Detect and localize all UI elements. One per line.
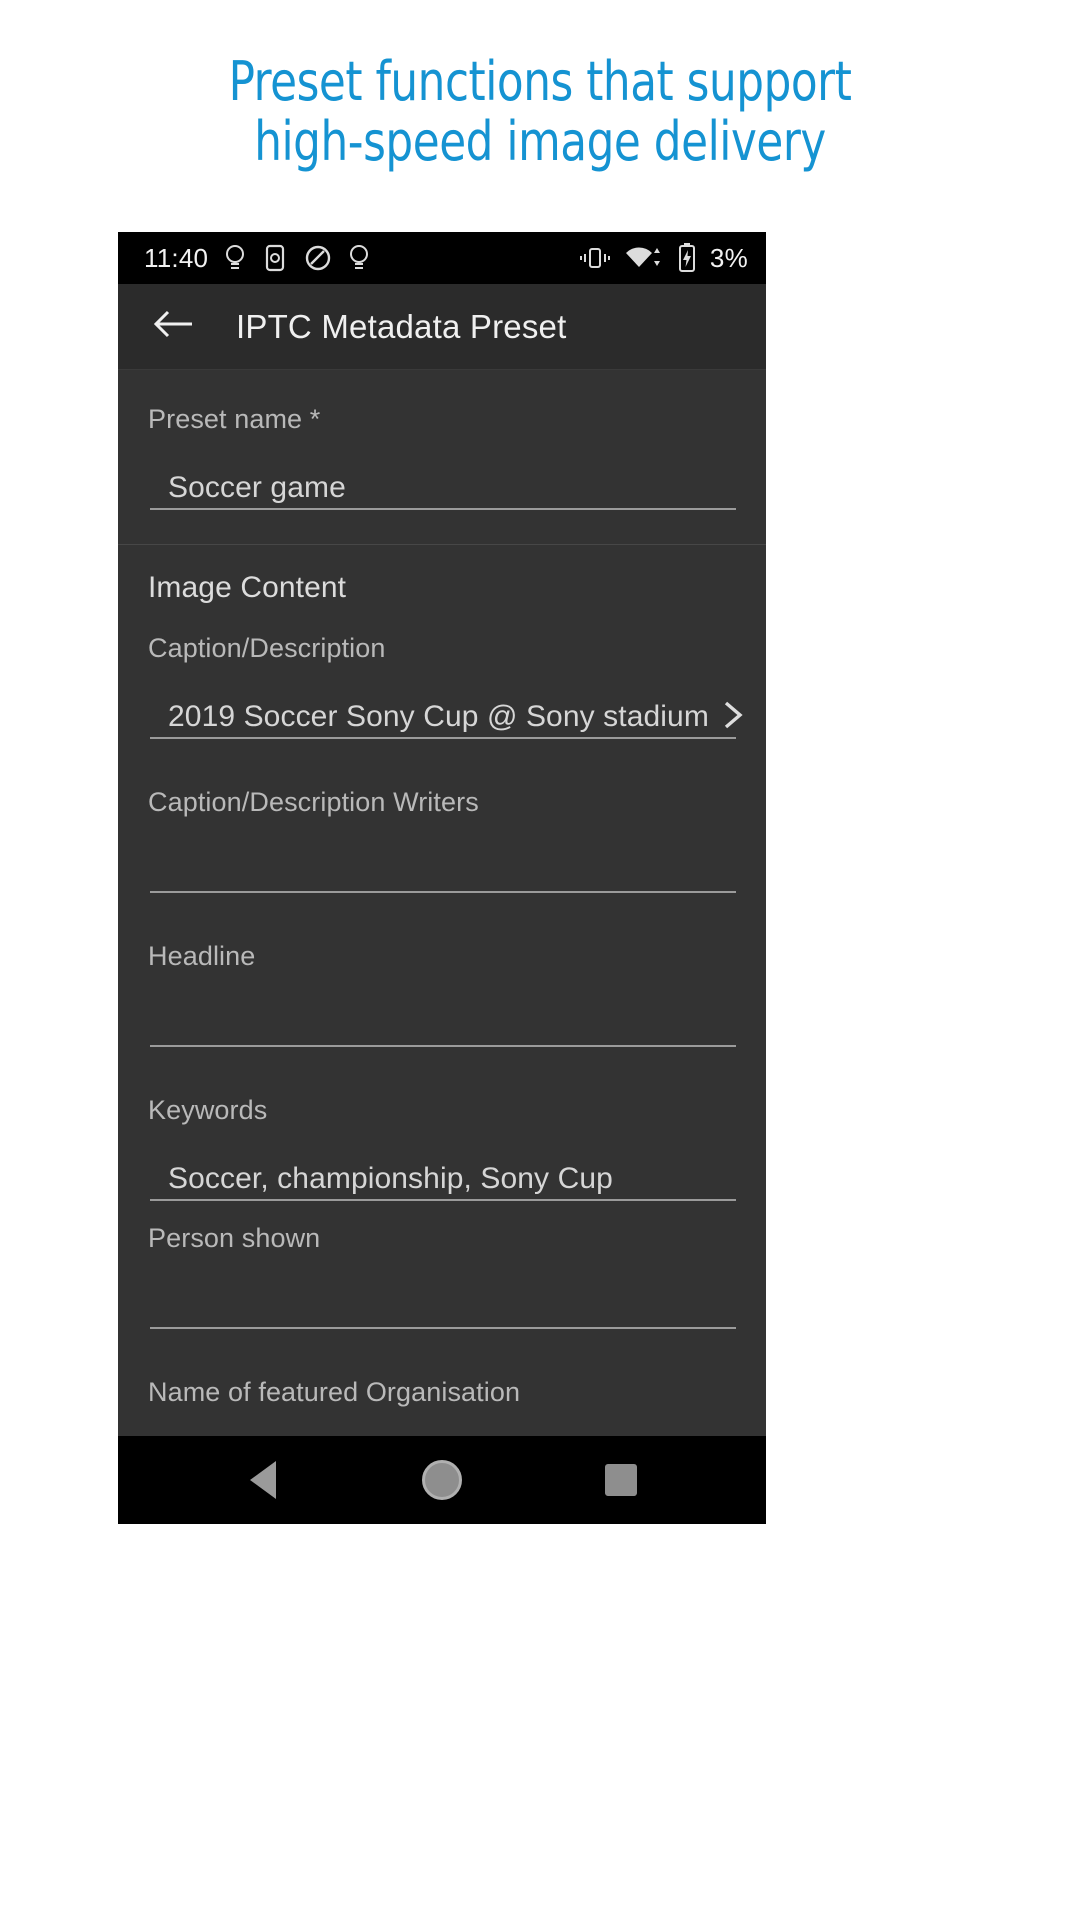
field-label: Headline (148, 939, 736, 973)
app-bar: IPTC Metadata Preset (118, 284, 766, 370)
form-content: Preset name * Soccer game Image Content … (118, 370, 766, 1524)
field-underline (150, 737, 736, 739)
preset-name-field[interactable]: Soccer game (148, 436, 736, 510)
status-bar: 11:40 (118, 232, 766, 284)
field-caption-description[interactable]: Caption/Description 2019 Soccer Sony Cup… (148, 631, 736, 739)
field-underline (150, 1327, 736, 1329)
battery-percentage: 3% (710, 243, 748, 274)
field-label: Caption/Description Writers (148, 785, 736, 819)
field-label: Person shown (148, 1221, 736, 1255)
field-keywords[interactable]: Keywords Soccer, championship, Sony Cup (148, 1093, 736, 1201)
chevron-right-icon[interactable] (717, 695, 747, 735)
phone-screenshot: 11:40 (118, 232, 766, 1524)
back-button[interactable] (148, 301, 200, 353)
spacer (148, 1201, 736, 1221)
spacer (148, 1329, 736, 1375)
promo-heading-line-1: Preset functions that support (54, 52, 1026, 112)
image-content-section: Image Content Caption/Description 2019 S… (118, 545, 766, 1524)
battery-charging-icon (677, 243, 697, 273)
spacer (148, 611, 736, 631)
field-label: Keywords (148, 1093, 736, 1127)
wifi-icon (624, 245, 664, 271)
nav-back-icon (250, 1461, 276, 1499)
preset-name-label: Preset name * (148, 402, 736, 436)
page-title: IPTC Metadata Preset (236, 308, 566, 346)
field-caption-description-writers[interactable]: Caption/Description Writers (148, 785, 736, 893)
arrow-left-icon (152, 307, 196, 346)
preset-name-input[interactable]: Soccer game (168, 468, 732, 508)
nav-recents-button[interactable] (589, 1448, 653, 1512)
field-input[interactable] (168, 851, 732, 891)
android-navigation-bar (118, 1436, 766, 1524)
nav-home-icon (422, 1460, 462, 1500)
nav-back-button[interactable] (231, 1448, 295, 1512)
nav-home-button[interactable] (410, 1448, 474, 1512)
preset-name-block: Preset name * Soccer game (118, 370, 766, 545)
do-not-disturb-icon (304, 244, 332, 272)
status-bar-right: 3% (579, 243, 748, 274)
field-label: Name of featured Organisation (148, 1375, 736, 1409)
promo-heading: Preset functions that support high-speed… (0, 0, 1080, 172)
promo-heading-line-2: high-speed image delivery (54, 112, 1026, 172)
field-person-shown[interactable]: Person shown (148, 1221, 736, 1329)
spacer (148, 893, 736, 939)
status-bar-left: 11:40 (144, 243, 370, 274)
section-title-image-content: Image Content (148, 571, 736, 611)
status-bar-clock: 11:40 (144, 243, 208, 274)
field-label: Caption/Description (148, 631, 736, 665)
field-input[interactable] (168, 1005, 732, 1045)
field-underline (150, 1199, 736, 1201)
field-headline[interactable]: Headline (148, 939, 736, 1047)
field-underline (150, 1045, 736, 1047)
field-input[interactable]: Soccer, championship, Sony Cup (168, 1159, 732, 1199)
field-underline (150, 508, 736, 510)
device-link-icon (262, 243, 288, 273)
vibrate-icon (579, 246, 611, 270)
field-input[interactable]: 2019 Soccer Sony Cup @ Sony stadium (168, 697, 709, 737)
idea-bulb-icon (348, 243, 370, 273)
spacer (148, 739, 736, 785)
field-underline (150, 891, 736, 893)
spacer (148, 1047, 736, 1093)
idea-bulb-icon (224, 243, 246, 273)
field-input[interactable] (168, 1287, 732, 1327)
nav-recents-icon (605, 1464, 637, 1496)
